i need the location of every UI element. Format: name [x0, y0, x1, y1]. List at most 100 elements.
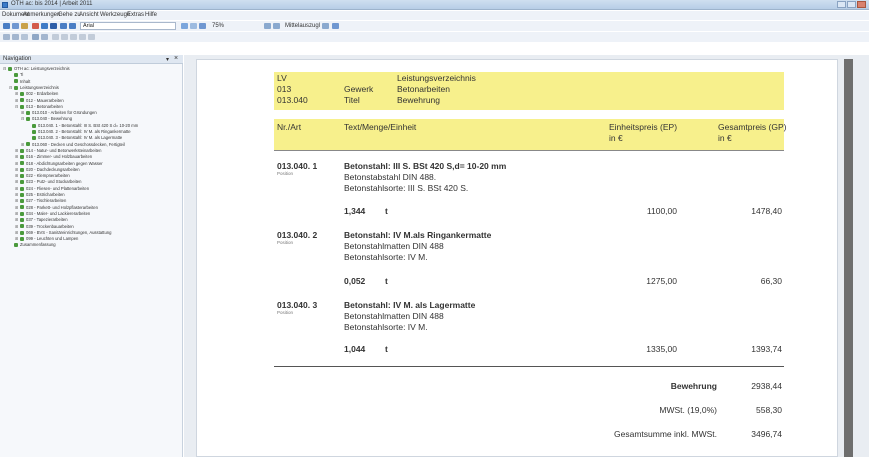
- page-layout-icon[interactable]: [181, 23, 188, 29]
- expand-toggle-icon[interactable]: ⊞: [15, 198, 19, 203]
- expand-toggle-icon[interactable]: ⊞: [15, 230, 19, 235]
- print-icon[interactable]: [21, 23, 28, 29]
- expand-toggle-icon[interactable]: ⊞: [15, 161, 19, 166]
- expand-toggle-icon[interactable]: ⊞: [15, 148, 19, 153]
- font-combo[interactable]: Arial: [80, 22, 176, 30]
- stamp-icon[interactable]: [52, 34, 59, 40]
- zoom-out-icon[interactable]: [273, 23, 280, 29]
- menu-hilfe[interactable]: Hilfe: [145, 12, 157, 18]
- mode-label[interactable]: Mittelauszugl: [285, 23, 320, 29]
- mail-icon[interactable]: [41, 23, 48, 29]
- totals-rule: [274, 366, 784, 367]
- tree-item[interactable]: ⊞ 002 - Erdarbeiten: [15, 91, 58, 96]
- mode-icon[interactable]: [322, 23, 329, 29]
- position-quantity: 0,052: [344, 276, 366, 286]
- position-type: Position: [277, 310, 294, 315]
- tree-item[interactable]: ⊞ 013.010 - Arbeiten für Gründungen: [21, 110, 97, 115]
- expand-toggle-icon[interactable]: ⊞: [15, 217, 19, 222]
- tree-item[interactable]: ⊞ 024 - Fliesen- und Plattenarbeiten: [15, 186, 89, 191]
- close-icon[interactable]: ×: [174, 55, 178, 62]
- redo-icon[interactable]: [70, 34, 77, 40]
- tree-item[interactable]: Inhalt: [9, 79, 30, 84]
- expand-toggle-icon[interactable]: ⊟: [15, 104, 19, 109]
- hand-icon[interactable]: [12, 34, 19, 40]
- pin-icon[interactable]: ▾: [166, 56, 169, 63]
- expand-toggle-icon[interactable]: ⊞: [15, 179, 19, 184]
- tree-item[interactable]: ⊞ 025 - Estricharbeiten: [15, 192, 65, 197]
- find-icon[interactable]: [60, 23, 67, 29]
- menu-gehe-zu[interactable]: Gehe zu: [58, 12, 81, 18]
- open-icon[interactable]: [3, 23, 10, 29]
- tree-item[interactable]: ⊞ 013.060 - Decken und Geschossdecken, Fe…: [21, 142, 125, 147]
- zoom-value[interactable]: 75%: [212, 23, 224, 29]
- tree-item[interactable]: ⊞ 014 - Natur- und Betonwerksteinarbeiten: [15, 148, 101, 153]
- expand-toggle-icon[interactable]: ⊞: [15, 205, 19, 210]
- expand-toggle-icon[interactable]: ⊞: [15, 236, 19, 241]
- tree-item[interactable]: 013.040. 2 - Betonstahl: IV M. als Ringa…: [27, 129, 131, 134]
- expand-toggle-icon[interactable]: ⊞: [15, 167, 19, 172]
- forward-icon[interactable]: [88, 34, 95, 40]
- tree-item[interactable]: ⊞ 027 - Tischlerarbeiten: [15, 198, 66, 203]
- expand-toggle-icon[interactable]: ⊞: [15, 154, 19, 159]
- view-icon[interactable]: [332, 23, 339, 29]
- close-button[interactable]: [857, 1, 866, 8]
- highlight-icon[interactable]: [32, 34, 39, 40]
- export-icon[interactable]: [32, 23, 39, 29]
- maximize-button[interactable]: [847, 1, 856, 8]
- fit-width-icon[interactable]: [199, 23, 206, 29]
- save-icon[interactable]: [12, 23, 19, 29]
- minimize-button[interactable]: [837, 1, 846, 8]
- menu-extras[interactable]: Extras: [127, 12, 144, 18]
- vertical-scrollbar[interactable]: [844, 59, 853, 457]
- expand-toggle-icon[interactable]: ⊞: [15, 186, 19, 191]
- tree-item[interactable]: ⊟ 013.040 - Bewehrung: [21, 116, 72, 121]
- tree-item[interactable]: Zusammenfassung: [9, 242, 56, 247]
- expand-toggle-icon[interactable]: ⊟: [3, 66, 7, 71]
- titel-value: Bewehrung: [397, 95, 441, 105]
- tree-item[interactable]: ⊞ 022 - Klempnerarbeiten: [15, 173, 70, 178]
- column-text: Text/Menge/Einheit: [344, 122, 417, 132]
- expand-toggle-icon[interactable]: ⊟: [21, 116, 25, 121]
- menu-werkzeuge[interactable]: Werkzeuge: [100, 12, 130, 18]
- back-icon[interactable]: [79, 34, 86, 40]
- tree-item[interactable]: ⊞ 020 - Dachdeckungsarbeiten: [15, 167, 80, 172]
- two-page-icon[interactable]: [190, 23, 197, 29]
- tree-item[interactable]: ⊞ 099 - Leuchten und Lampen: [15, 236, 78, 241]
- tree-item[interactable]: ⊞ 018 - Abdichtungsarbeiten gegen Wasser: [15, 161, 103, 166]
- position-number: 013.040. 2: [277, 230, 318, 240]
- select-icon[interactable]: [3, 34, 10, 40]
- zoom-in-icon[interactable]: [264, 23, 271, 29]
- menu-ansicht[interactable]: Ansicht: [79, 12, 99, 18]
- expand-toggle-icon[interactable]: ⊞: [15, 98, 19, 103]
- tree-item[interactable]: 013.040. 1 - Betonstahl: III S. BSt 420 …: [27, 123, 138, 128]
- menu-anmerkungen[interactable]: Anmerkungen: [23, 12, 60, 18]
- expand-toggle-icon[interactable]: ⊞: [15, 224, 19, 229]
- expand-toggle-icon[interactable]: ⊞: [15, 211, 19, 216]
- tree-item[interactable]: ⊞ 012 - Mauerarbeiten: [15, 98, 64, 103]
- tree-item[interactable]: ⊞ 037 - Tapezierarbeiten: [15, 217, 68, 222]
- document-icon[interactable]: [50, 23, 57, 29]
- undo-icon[interactable]: [61, 34, 68, 40]
- tree-item[interactable]: ⊞ 016 - Zimmer- und Holzbauarbeiten: [15, 154, 92, 159]
- tree-item[interactable]: ⊞ 028 - Parkett- und Holzpflasterarbeiten: [15, 205, 98, 210]
- tree-item[interactable]: ⊟ OTH ac: Leistungsverzeichnis: [3, 66, 70, 71]
- expand-toggle-icon[interactable]: ⊞: [21, 142, 25, 147]
- tree-item[interactable]: Ti: [9, 72, 23, 77]
- note-icon[interactable]: [41, 34, 48, 40]
- expand-toggle-icon[interactable]: ⊟: [9, 85, 13, 90]
- tree-item[interactable]: ⊟ Leistungsverzeichnis: [9, 85, 59, 90]
- pen-icon[interactable]: [21, 34, 28, 40]
- tree-item[interactable]: ⊞ 034 - Maler- und Lackiererarbeiten: [15, 211, 90, 216]
- expand-toggle-icon[interactable]: ⊞: [15, 173, 19, 178]
- tax-value: 558,30: [756, 405, 782, 415]
- copy-icon[interactable]: [69, 23, 76, 29]
- tree-item[interactable]: ⊞ 069 - BVS - Sanitäreinrichtungen, Ausst…: [15, 230, 111, 235]
- expand-toggle-icon[interactable]: ⊞: [15, 91, 19, 96]
- tree-item[interactable]: ⊞ 023 - Putz- und Stuckarbeiten: [15, 179, 81, 184]
- tree-item[interactable]: ⊟ 013 - Betonarbeiten: [15, 104, 63, 109]
- column-gp: Gesamtpreis (GP): [718, 122, 787, 132]
- tree-item[interactable]: 013.040. 3 - Betonstahl: IV M. als Lager…: [27, 135, 122, 140]
- tree-item[interactable]: ⊞ 039 - Trockenbauarbeiten: [15, 224, 74, 229]
- expand-toggle-icon[interactable]: ⊞: [15, 192, 19, 197]
- expand-toggle-icon[interactable]: ⊞: [21, 110, 25, 115]
